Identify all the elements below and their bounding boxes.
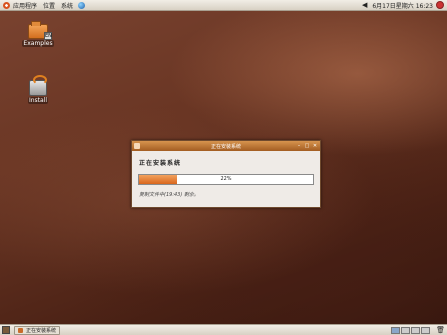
taskbar-button-label: 正在安装系统 [26,327,57,334]
menu-places[interactable]: 位置 [40,0,58,10]
workspace-3[interactable] [411,326,421,334]
folder-badge: EN [44,32,52,40]
workspace-4[interactable] [421,326,431,334]
clock[interactable]: 6月17日星期六 16:23 [369,1,436,10]
volume-icon[interactable]: ◀ [360,1,369,9]
menu-applications[interactable]: 应用程序 [10,0,40,10]
installer-task-icon [18,327,23,333]
web-browser-icon[interactable] [78,1,86,9]
progress-text: 22% [220,176,232,182]
installer-icon [29,75,47,96]
menu-system[interactable]: 系统 [58,0,76,10]
desktop-icon-label: Examples [22,40,54,47]
workspace-switcher [390,326,431,334]
taskbar-button-installer[interactable]: 正在安装系统 [14,325,61,335]
install-progress-bar: 22% [138,174,314,185]
install-status-text: 复制文件中(19:43) 剩余。 [139,192,199,198]
ubuntu-logo-icon[interactable] [3,1,10,9]
top-panel: 应用程序 位置 系统 ◀ 6月17日星期六 16:23 [0,0,447,11]
folder-icon: EN [28,21,52,40]
dialog-heading: 正在安装系统 [139,160,182,167]
show-desktop-icon[interactable] [2,326,10,334]
power-icon[interactable] [436,1,444,9]
desktop-icon-examples[interactable]: EN Examples [22,21,54,47]
workspace-1[interactable] [391,326,401,334]
install-dialog: 正在安装系统 – □ ✕ 正在安装系统 22% 复制文件中(19:43) 剩余。 [131,140,321,208]
dialog-title: 正在安装系统 [210,143,241,150]
desktop-icon-label: Install [27,97,49,104]
bottom-panel: 正在安装系统 🗑 [0,324,447,335]
workspace-2[interactable] [401,326,411,334]
trash-icon[interactable]: 🗑 [434,326,447,334]
desktop-icon-install[interactable]: Install [22,75,54,104]
dialog-titlebar[interactable]: 正在安装系统 – □ ✕ [132,141,320,151]
